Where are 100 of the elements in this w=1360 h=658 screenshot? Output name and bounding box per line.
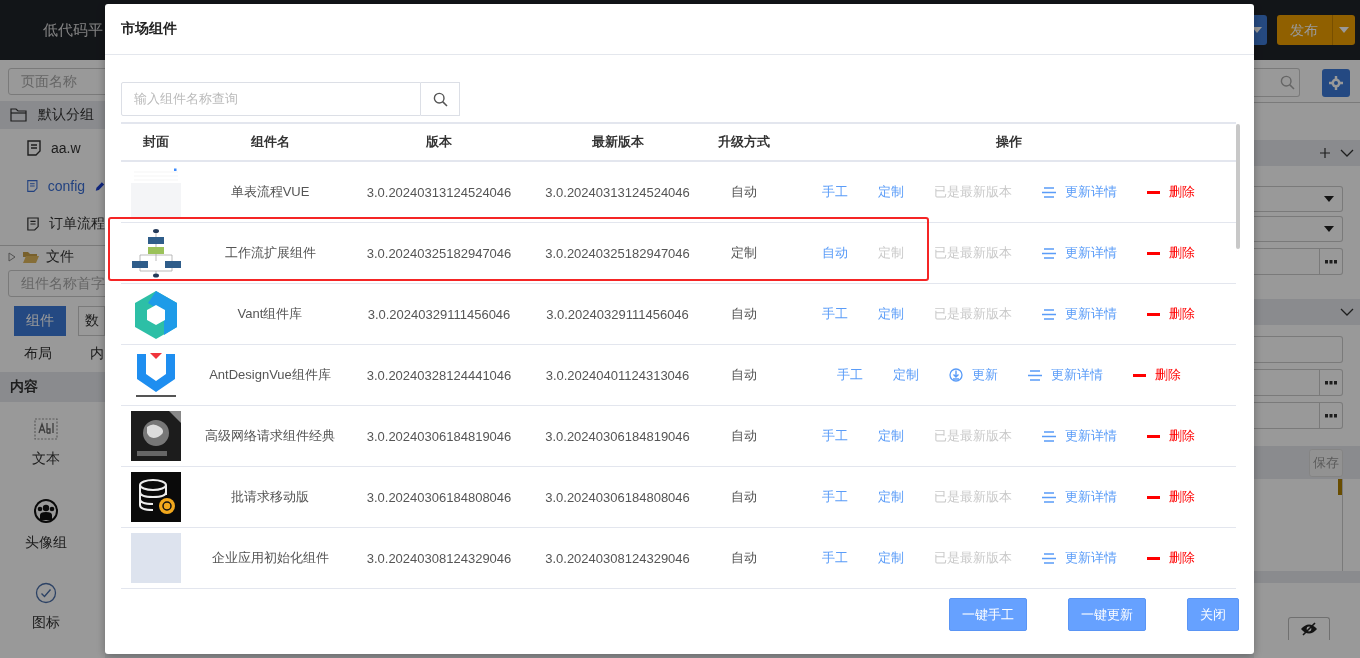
- document-icon: [27, 178, 38, 194]
- screenshot-thumbnail: [131, 167, 181, 217]
- bulk-manual-button[interactable]: 一键手工: [949, 598, 1027, 631]
- tab[interactable]: 数: [78, 306, 105, 336]
- more-icon: [1325, 380, 1337, 385]
- close-button[interactable]: 关闭: [1187, 598, 1239, 631]
- category-tab[interactable]: 内: [90, 345, 104, 363]
- input-field[interactable]: [1254, 248, 1343, 275]
- delete-link[interactable]: 删除: [1147, 488, 1195, 506]
- delete-link[interactable]: 删除: [1132, 366, 1181, 384]
- version-cell-text: 3.0.20240329111456046: [366, 306, 512, 322]
- upgrade-mode-link[interactable]: 手工: [822, 183, 848, 201]
- update-link[interactable]: 更新: [948, 366, 998, 384]
- update-details-link[interactable]: 更新详情: [1042, 183, 1117, 201]
- search-icon: [1280, 75, 1295, 90]
- minus-icon: [1132, 373, 1146, 377]
- category-tab[interactable]: 布局: [24, 345, 52, 363]
- update-details-link[interactable]: 更新详情: [1042, 305, 1117, 323]
- text-field-icon: [34, 418, 58, 440]
- delete-link[interactable]: 删除: [1147, 549, 1195, 567]
- upgrade-mode-cell-text: 自动: [729, 305, 758, 323]
- upgrade-mode-link[interactable]: 自动: [822, 244, 848, 262]
- palette-item[interactable]: 图标: [0, 566, 92, 648]
- dialog-title: 市场组件: [121, 20, 177, 38]
- more-icon: [1325, 413, 1337, 418]
- hidden-eye-icon[interactable]: [1300, 622, 1318, 636]
- upgrade-mode-cell-text: 自动: [729, 549, 758, 567]
- publish-button[interactable]: 发布: [1277, 15, 1355, 45]
- document-icon: [27, 216, 39, 232]
- upgrade-mode-link[interactable]: 手工: [822, 549, 848, 567]
- update-details-link[interactable]: 更新详情: [1042, 549, 1117, 567]
- avatar-group-icon: [33, 498, 59, 524]
- customize-link[interactable]: 定制: [878, 427, 904, 445]
- visibility-button[interactable]: [1288, 617, 1330, 640]
- update-details-link[interactable]: 更新详情: [1042, 427, 1117, 445]
- group-label: 默认分组: [38, 106, 94, 124]
- customize-link[interactable]: 定制: [878, 488, 904, 506]
- plus-icon[interactable]: [1320, 148, 1330, 158]
- latest-version-cell-text: 3.0.20240306184808046: [544, 489, 691, 505]
- search-field[interactable]: 输入组件名称查询: [121, 82, 421, 116]
- delete-link[interactable]: 删除: [1147, 305, 1195, 323]
- delete-link[interactable]: 删除: [1147, 244, 1195, 262]
- latest-version-cell-text: 3.0.20240329111456046: [545, 306, 690, 322]
- list-icon: [1042, 308, 1056, 320]
- latest-version-cell-text: 3.0.20240401124313046: [544, 367, 691, 383]
- column-header: 操作: [994, 133, 1023, 151]
- delete-link[interactable]: 删除: [1147, 427, 1195, 445]
- customize-link[interactable]: 定制: [878, 549, 904, 567]
- flowchart-drawing: [131, 228, 181, 278]
- upgrade-mode-link[interactable]: 手工: [822, 427, 848, 445]
- latest-version-cell-text: 3.0.20240308124329046: [544, 550, 691, 566]
- upgrade-mode-link[interactable]: 手工: [836, 366, 863, 384]
- upgrade-mode-link[interactable]: 手工: [822, 305, 848, 323]
- customize-link[interactable]: 定制: [878, 183, 904, 201]
- settings-button[interactable]: [1322, 68, 1350, 97]
- list-icon: [1042, 430, 1056, 442]
- update-details-link[interactable]: 更新详情: [1042, 244, 1117, 262]
- upgrade-mode-cell-text: 自动: [729, 366, 758, 384]
- caret-icon: [1339, 27, 1349, 33]
- input-field[interactable]: [1254, 402, 1343, 429]
- expand-arrow-icon[interactable]: [8, 252, 16, 262]
- bulk-update-button[interactable]: 一键更新: [1068, 598, 1146, 631]
- chevron-down-icon[interactable]: [1340, 308, 1354, 316]
- version-cell-text: 3.0.20240308124329046: [365, 550, 513, 566]
- upgrade-mode-cell-text: 自动: [729, 427, 758, 445]
- folder-icon: [10, 108, 27, 122]
- minus-icon: [1147, 190, 1160, 194]
- input-field[interactable]: [1254, 369, 1343, 396]
- app-title: 低代码平: [43, 20, 103, 40]
- component-name: 单表流程VUE: [229, 183, 311, 201]
- caret-icon: [1324, 226, 1334, 232]
- tree-group[interactable]: 默认分组: [0, 101, 105, 129]
- column-header: 组件名: [249, 133, 291, 151]
- chevron-down-icon[interactable]: [1340, 149, 1354, 157]
- latest-version-cell-text: 3.0.20240306184819046: [544, 428, 691, 444]
- component-name: 企业应用初始化组件: [210, 549, 330, 567]
- update-details-link[interactable]: 更新详情: [1027, 366, 1103, 384]
- version-cell-text: 3.0.20240306184819046: [365, 428, 513, 444]
- palette-item[interactable]: 文本: [0, 402, 92, 484]
- search-button[interactable]: [421, 82, 460, 116]
- minus-icon: [1147, 434, 1160, 438]
- customize-link[interactable]: 定制: [892, 366, 919, 384]
- tab[interactable]: 组件: [14, 306, 66, 336]
- update-details-link[interactable]: 更新详情: [1042, 488, 1117, 506]
- tree-item[interactable]: config: [0, 167, 105, 205]
- upgrade-mode-link[interactable]: 手工: [822, 488, 848, 506]
- list-icon: [1042, 186, 1056, 198]
- palette-item[interactable]: 头像组: [0, 484, 92, 566]
- document-icon: [27, 140, 41, 156]
- download-icon: [948, 368, 963, 382]
- customize-link[interactable]: 定制: [878, 305, 904, 323]
- globe-drawing: [131, 411, 181, 461]
- tree-item[interactable]: 订单流程: [0, 205, 105, 243]
- more-icon: [1325, 259, 1337, 264]
- upgrade-mode-cell-text: 自动: [729, 183, 758, 201]
- scrollbar[interactable]: [1236, 124, 1240, 249]
- component-name: 批请求移动版: [230, 488, 310, 506]
- tree-item[interactable]: aa.w: [0, 129, 105, 167]
- tree-folder[interactable]: 文件: [0, 246, 105, 268]
- delete-link[interactable]: 删除: [1147, 183, 1195, 201]
